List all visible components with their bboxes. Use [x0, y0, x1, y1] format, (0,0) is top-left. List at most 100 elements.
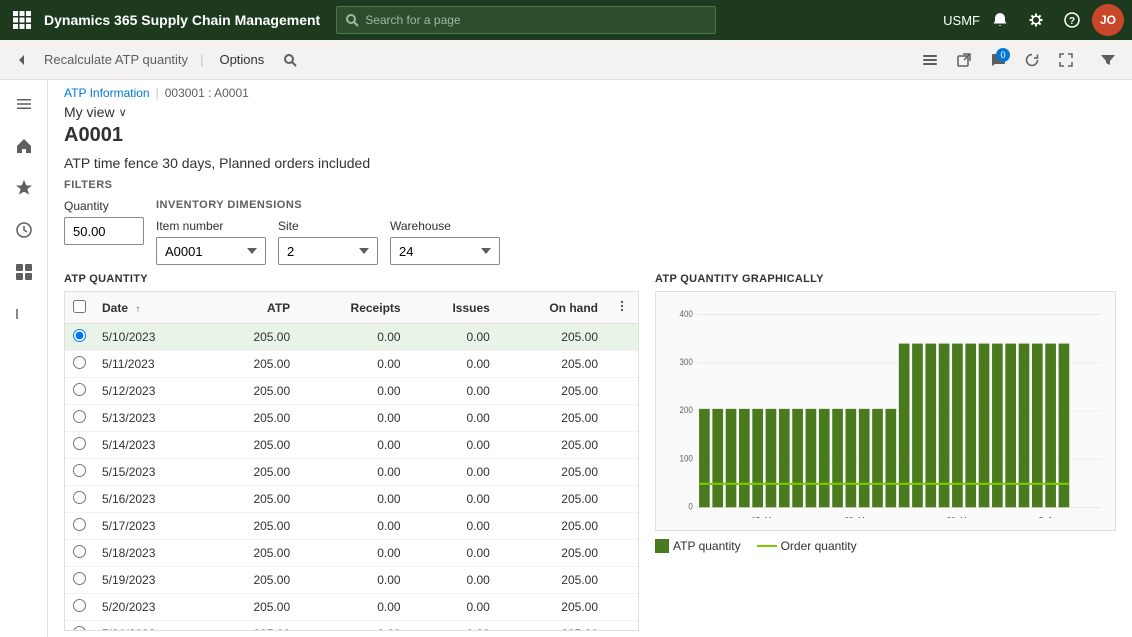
messages-icon[interactable]: 0 [982, 44, 1014, 76]
cell-issues: 0.00 [409, 405, 498, 432]
svg-text:22. May: 22. May [845, 515, 874, 518]
row-radio[interactable] [73, 599, 86, 612]
quantity-label: Quantity [64, 199, 144, 213]
open-in-new-icon[interactable] [948, 44, 980, 76]
row-radio[interactable] [73, 518, 86, 531]
table-row[interactable]: 5/20/2023 205.00 0.00 0.00 205.00 [65, 594, 638, 621]
cell-onhand: 205.00 [498, 459, 606, 486]
back-button[interactable] [8, 46, 36, 74]
row-radio[interactable] [73, 383, 86, 396]
nav-favorites-button[interactable] [4, 168, 44, 208]
row-radio-cell[interactable] [65, 594, 94, 621]
item-number-select[interactable]: A0001 [156, 237, 266, 265]
settings-icon[interactable] [1020, 4, 1052, 36]
cell-issues: 0.00 [409, 378, 498, 405]
table-row[interactable]: 5/18/2023 205.00 0.00 0.00 205.00 [65, 540, 638, 567]
row-radio[interactable] [73, 464, 86, 477]
toolbar-search-icon[interactable] [276, 46, 304, 74]
row-radio[interactable] [73, 572, 86, 585]
col-date: Date ↑ [94, 292, 210, 324]
row-radio[interactable] [73, 356, 86, 369]
row-radio-cell[interactable] [65, 459, 94, 486]
table-row[interactable]: 5/19/2023 205.00 0.00 0.00 205.00 [65, 567, 638, 594]
row-radio-cell[interactable] [65, 513, 94, 540]
nav-home-button[interactable] [4, 126, 44, 166]
row-radio-cell[interactable] [65, 621, 94, 632]
nav-modules-button[interactable] [4, 294, 44, 334]
chart-panel: ATP QUANTITY GRAPHICALLY 400 300 200 100… [655, 273, 1116, 629]
row-radio[interactable] [73, 329, 86, 342]
row-radio-cell[interactable] [65, 540, 94, 567]
atp-table-panel: ATP QUANTITY Date ↑ ATP Receipts Is [64, 273, 639, 629]
table-row[interactable]: 5/14/2023 205.00 0.00 0.00 205.00 [65, 432, 638, 459]
row-radio-cell[interactable] [65, 486, 94, 513]
svg-text:15. May: 15. May [751, 515, 780, 518]
table-row[interactable]: 5/13/2023 205.00 0.00 0.00 205.00 [65, 405, 638, 432]
toolbar-separator: | [200, 52, 203, 67]
row-radio-cell[interactable] [65, 351, 94, 378]
cell-date: 5/18/2023 [94, 540, 210, 567]
search-bar[interactable]: Search for a page [336, 6, 716, 34]
quantity-input[interactable] [64, 217, 144, 245]
warehouse-field: Warehouse 24 [390, 219, 500, 265]
cell-onhand: 205.00 [498, 621, 606, 632]
cell-onhand: 205.00 [498, 351, 606, 378]
svg-text:29. May: 29. May [947, 515, 976, 518]
cell-issues: 0.00 [409, 432, 498, 459]
help-icon[interactable]: ? [1056, 4, 1088, 36]
table-row[interactable]: 5/17/2023 205.00 0.00 0.00 205.00 [65, 513, 638, 540]
cell-receipts: 0.00 [298, 486, 408, 513]
filter-icon[interactable] [1092, 44, 1124, 76]
site-label: Site [278, 219, 378, 233]
panels: ATP QUANTITY Date ↑ ATP Receipts Is [48, 273, 1132, 637]
app-grid-icon[interactable] [8, 6, 36, 34]
cell-extra [606, 621, 638, 632]
svg-text:5. Jun: 5. Jun [1039, 515, 1061, 518]
recalculate-label: Recalculate ATP quantity [44, 52, 188, 67]
chart-legend: ATP quantity Order quantity [655, 539, 1116, 553]
table-row[interactable]: 5/12/2023 205.00 0.00 0.00 205.00 [65, 378, 638, 405]
table-row[interactable]: 5/11/2023 205.00 0.00 0.00 205.00 [65, 351, 638, 378]
cell-extra [606, 324, 638, 351]
atp-table-title: ATP QUANTITY [64, 273, 639, 285]
row-radio-cell[interactable] [65, 432, 94, 459]
refresh-icon[interactable] [1016, 44, 1048, 76]
cell-issues: 0.00 [409, 513, 498, 540]
row-radio[interactable] [73, 437, 86, 450]
table-row[interactable]: 5/15/2023 205.00 0.00 0.00 205.00 [65, 459, 638, 486]
nav-workspaces-button[interactable] [4, 252, 44, 292]
breadcrumb-info-link[interactable]: ATP Information [64, 86, 150, 100]
row-radio-cell[interactable] [65, 567, 94, 594]
row-radio[interactable] [73, 626, 86, 631]
view-title[interactable]: My view ∨ [64, 104, 127, 120]
messages-badge: 0 [996, 48, 1010, 62]
table-row[interactable]: 5/10/2023 205.00 0.00 0.00 205.00 [65, 324, 638, 351]
options-button[interactable]: Options [211, 48, 272, 71]
row-radio[interactable] [73, 545, 86, 558]
row-radio[interactable] [73, 410, 86, 423]
row-radio-cell[interactable] [65, 405, 94, 432]
row-radio[interactable] [73, 491, 86, 504]
site-select[interactable]: 2 [278, 237, 378, 265]
view-name: My view [64, 104, 115, 120]
nav-collapse-button[interactable] [4, 84, 44, 124]
nav-recent-button[interactable] [4, 210, 44, 250]
legend-atp-label: ATP quantity [673, 539, 741, 553]
cell-onhand: 205.00 [498, 324, 606, 351]
personalize-icon[interactable] [914, 44, 946, 76]
main-layout: ATP Information | 003001 : A0001 My view… [0, 80, 1132, 637]
row-radio-cell[interactable] [65, 324, 94, 351]
notifications-icon[interactable] [984, 4, 1016, 36]
row-radio-cell[interactable] [65, 378, 94, 405]
select-all-checkbox[interactable] [73, 300, 86, 313]
atp-table-wrapper[interactable]: Date ↑ ATP Receipts Issues On hand [64, 291, 639, 631]
table-row[interactable]: 5/16/2023 205.00 0.00 0.00 205.00 [65, 486, 638, 513]
table-row[interactable]: 5/21/2023 205.00 0.00 0.00 205.00 [65, 621, 638, 632]
warehouse-select[interactable]: 24 [390, 237, 500, 265]
warehouse-label: Warehouse [390, 219, 500, 233]
user-avatar[interactable]: JO [1092, 4, 1124, 36]
cell-onhand: 205.00 [498, 513, 606, 540]
fullscreen-icon[interactable] [1050, 44, 1082, 76]
cell-receipts: 0.00 [298, 594, 408, 621]
breadcrumb-code: 003001 : A0001 [165, 86, 249, 100]
